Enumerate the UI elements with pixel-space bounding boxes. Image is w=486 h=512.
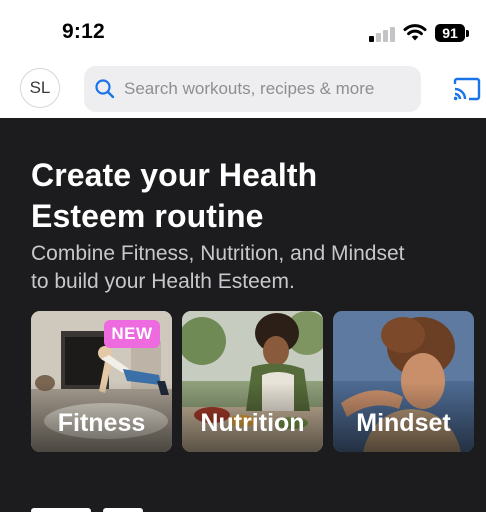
subtitle-line: to build your Health Esteem. <box>31 270 295 293</box>
fitness-card[interactable]: NEW Fitness <box>31 311 172 452</box>
battery-icon: 91 <box>435 24 465 42</box>
mindset-card[interactable]: Mindset <box>333 311 474 452</box>
page-subtitle: Combine Fitness, Nutrition, and Mindset … <box>31 240 471 296</box>
avatar[interactable]: SL <box>20 68 60 108</box>
search-bar[interactable]: Search workouts, recipes & more <box>84 66 421 112</box>
card-label: Nutrition <box>200 409 305 437</box>
battery-cap <box>466 30 469 37</box>
status-time: 9:12 <box>62 20 105 43</box>
title-line: Create your Health <box>31 157 318 193</box>
new-badge: NEW <box>104 320 160 348</box>
page-title: Create your Health Esteem routine <box>31 155 461 237</box>
cellular-signal-icon <box>369 24 397 42</box>
search-icon <box>95 79 115 99</box>
top-bar: 9:12 91 SL Search workouts, recipes & mo… <box>0 0 486 118</box>
title-line: Esteem routine <box>31 198 264 234</box>
card-label: Fitness <box>57 409 146 437</box>
subtitle-line: Combine Fitness, Nutrition, and Mindset <box>31 242 405 265</box>
cast-icon[interactable] <box>452 76 482 102</box>
card-label: Mindset <box>356 409 451 437</box>
next-section-heading-partial <box>31 500 231 512</box>
search-placeholder: Search workouts, recipes & more <box>124 79 375 98</box>
nutrition-card[interactable]: Nutrition <box>182 311 323 452</box>
wifi-icon <box>403 24 427 41</box>
